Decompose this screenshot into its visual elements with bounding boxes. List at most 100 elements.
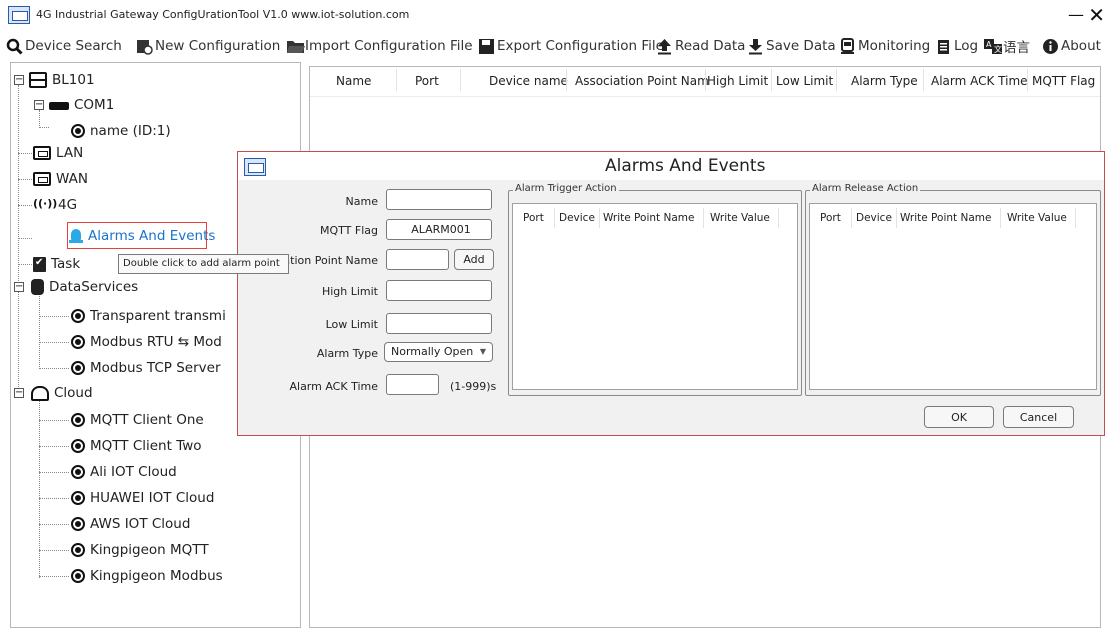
svg-text:A: A bbox=[986, 40, 992, 49]
read-data-button[interactable]: Read Data bbox=[656, 34, 745, 58]
expander-bl101[interactable]: − bbox=[14, 75, 24, 85]
point-icon bbox=[71, 517, 85, 531]
column-header[interactable]: Device name bbox=[489, 74, 568, 88]
add-association-button[interactable]: Add bbox=[454, 249, 494, 270]
database-icon bbox=[31, 279, 44, 295]
tree-node-ali[interactable]: Ali IOT Cloud bbox=[71, 461, 177, 483]
tree-label: COM1 bbox=[74, 97, 115, 113]
column-divider bbox=[566, 69, 567, 91]
column-header[interactable]: High Limit bbox=[707, 74, 768, 88]
column-divider bbox=[1075, 208, 1076, 228]
tree-node-com1-device[interactable]: name (ID:1) bbox=[71, 120, 171, 142]
tree-node-modbus-tcp[interactable]: Modbus TCP Server bbox=[71, 357, 221, 379]
tree-node-alarms-and-events[interactable]: Alarms And Events bbox=[69, 225, 215, 247]
tree-node-kingpigeon-modbus[interactable]: Kingpigeon Modbus bbox=[71, 565, 223, 587]
column-header[interactable]: Device bbox=[856, 212, 892, 224]
tree-connector bbox=[39, 127, 49, 128]
tree-node-mqtt-two[interactable]: MQTT Client Two bbox=[71, 435, 202, 457]
monitoring-button[interactable]: Monitoring bbox=[839, 34, 930, 58]
column-header[interactable]: Name bbox=[336, 74, 371, 88]
column-header[interactable]: Write Value bbox=[710, 212, 770, 224]
column-header[interactable]: Alarm ACK Time bbox=[931, 74, 1028, 88]
tree-connector bbox=[39, 110, 40, 126]
column-divider bbox=[771, 69, 772, 91]
ok-button[interactable]: OK bbox=[924, 406, 994, 428]
device-search-button[interactable]: Device Search bbox=[6, 34, 122, 58]
column-header[interactable]: Write Point Name bbox=[900, 212, 991, 224]
minimize-button[interactable]: — bbox=[1068, 3, 1084, 27]
dialog-title-bar: Alarms And Events bbox=[238, 152, 1104, 180]
signal-icon: ((·)) bbox=[33, 197, 58, 210]
name-input[interactable] bbox=[386, 189, 492, 210]
tree-node-kingpigeon-mqtt[interactable]: Kingpigeon MQTT bbox=[71, 539, 209, 561]
tree-node-task[interactable]: Task bbox=[33, 253, 80, 275]
import-configuration-button[interactable]: Import Configuration File bbox=[286, 34, 473, 58]
column-header[interactable]: Port bbox=[415, 74, 439, 88]
tree-node-4g[interactable]: ((·)) 4G bbox=[33, 194, 77, 216]
column-divider bbox=[778, 208, 779, 228]
expander-com1[interactable]: − bbox=[34, 100, 44, 110]
column-divider bbox=[599, 208, 600, 228]
alarm-type-value: Normally Open bbox=[391, 345, 474, 358]
tree-node-mqtt-one[interactable]: MQTT Client One bbox=[71, 409, 204, 431]
release-action-table[interactable]: Port Device Write Point Name Write Value bbox=[809, 203, 1097, 390]
expander-cloud[interactable]: − bbox=[14, 388, 24, 398]
expander-dataservices[interactable]: − bbox=[14, 282, 24, 292]
tree-node-modbus-rtu[interactable]: Modbus RTU ⇆ Mod bbox=[71, 331, 222, 353]
tree-label: AWS IOT Cloud bbox=[90, 516, 191, 532]
tree-node-transparent[interactable]: Transparent transmi bbox=[71, 305, 226, 327]
column-header[interactable]: Low Limit bbox=[776, 74, 833, 88]
tree-node-huawei[interactable]: HUAWEI IOT Cloud bbox=[71, 487, 214, 509]
point-icon bbox=[71, 465, 85, 479]
column-header[interactable]: Write Value bbox=[1007, 212, 1067, 224]
tree-node-cloud[interactable]: Cloud bbox=[31, 382, 93, 404]
tree-node-com1[interactable]: COM1 bbox=[49, 94, 114, 116]
tree-node-aws[interactable]: AWS IOT Cloud bbox=[71, 513, 190, 535]
about-button[interactable]: About bbox=[1042, 34, 1101, 58]
point-icon bbox=[71, 439, 85, 453]
column-header[interactable]: Port bbox=[820, 212, 841, 224]
tree-node-bl101[interactable]: BL101 bbox=[29, 69, 95, 91]
language-button[interactable]: A文 语言 bbox=[984, 34, 1030, 58]
tree-label: LAN bbox=[56, 145, 84, 161]
log-button[interactable]: Log bbox=[935, 34, 978, 58]
close-window-button[interactable]: ✕ bbox=[1084, 3, 1105, 27]
device-search-label: Device Search bbox=[25, 38, 122, 54]
mqtt-flag-input[interactable] bbox=[386, 219, 492, 240]
alarm-ack-time-hint: (1-999)s bbox=[450, 380, 497, 393]
cancel-button[interactable]: Cancel bbox=[1003, 406, 1074, 428]
group-title: Alarm Trigger Action bbox=[513, 183, 619, 194]
tree-connector bbox=[39, 472, 69, 473]
column-divider bbox=[554, 208, 555, 228]
search-icon bbox=[6, 38, 23, 55]
high-limit-input[interactable] bbox=[386, 280, 492, 301]
alarm-ack-time-input[interactable] bbox=[386, 374, 439, 395]
point-icon bbox=[71, 543, 85, 557]
group-title: Alarm Release Action bbox=[810, 183, 921, 194]
association-point-input[interactable] bbox=[386, 249, 449, 270]
tree-label: 4G bbox=[58, 197, 78, 213]
tree-node-wan[interactable]: WAN bbox=[33, 168, 88, 190]
save-data-label: Save Data bbox=[766, 38, 836, 54]
tooltip: Double click to add alarm point bbox=[118, 254, 289, 274]
trigger-action-table[interactable]: Port Device Write Point Name Write Value bbox=[512, 203, 798, 390]
save-data-button[interactable]: Save Data bbox=[747, 34, 836, 58]
alarms-and-events-dialog: Alarms And Events Name MQTT Flag ation P… bbox=[237, 151, 1105, 436]
column-header[interactable]: Write Point Name bbox=[603, 212, 694, 224]
tree-label: DataServices bbox=[49, 279, 139, 295]
export-configuration-button[interactable]: Export Configuration File bbox=[478, 34, 664, 58]
alarm-type-label: Alarm Type bbox=[316, 347, 378, 360]
column-header[interactable]: MQTT Flag bbox=[1032, 74, 1095, 88]
new-configuration-button[interactable]: New Configuration bbox=[136, 34, 280, 58]
column-header[interactable]: Device bbox=[559, 212, 595, 224]
tree-node-lan[interactable]: LAN bbox=[33, 142, 83, 164]
alarm-type-select[interactable]: Normally Open ▼ bbox=[384, 342, 493, 362]
low-limit-input[interactable] bbox=[386, 313, 492, 334]
tree-node-dataservices[interactable]: DataServices bbox=[31, 276, 138, 298]
column-header[interactable]: Alarm Type bbox=[851, 74, 918, 88]
column-header[interactable]: Port bbox=[523, 212, 544, 224]
tree-label: Task bbox=[51, 256, 81, 272]
tree-connector bbox=[39, 576, 69, 577]
column-header[interactable]: Association Point Nam bbox=[575, 74, 709, 88]
column-divider bbox=[896, 208, 897, 228]
